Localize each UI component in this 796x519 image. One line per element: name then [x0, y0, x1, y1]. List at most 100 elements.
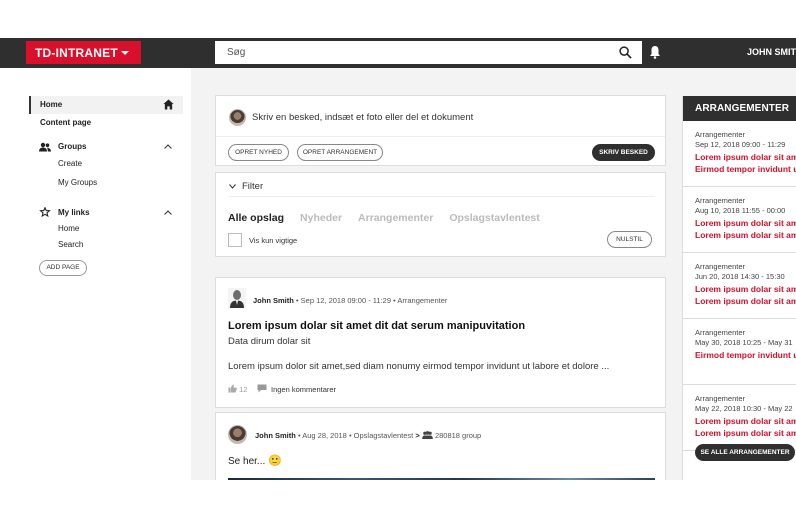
sidebar-links-title[interactable]: My links — [58, 208, 90, 217]
user-menu[interactable]: JOHN SMITH — [747, 47, 796, 57]
event-category: Arrangementer — [695, 130, 746, 139]
tab-events[interactable]: Arrangementer — [358, 212, 433, 224]
smiley-emoji: 🙂 — [268, 455, 282, 467]
caret-down-icon — [121, 51, 129, 55]
post-title[interactable]: Lorem ipsum dolar sit amet dit dat serum… — [228, 320, 525, 332]
thumbs-up-icon — [228, 384, 237, 393]
sidebar-item-home[interactable]: Home — [29, 96, 183, 114]
sidebar-item-my-groups[interactable]: My Groups — [58, 178, 97, 187]
post-body: Se her... 🙂 — [228, 454, 282, 467]
add-page-button[interactable]: ADD PAGE — [39, 260, 87, 276]
divider — [228, 196, 655, 197]
divider — [216, 136, 665, 137]
groups-icon — [39, 142, 51, 152]
comment-icon — [257, 384, 267, 393]
like-count: 12 — [239, 385, 248, 394]
search-input[interactable] — [215, 41, 605, 64]
avatar — [228, 288, 246, 308]
sidebar-item-label: Home — [40, 100, 63, 109]
chevron-up-icon[interactable] — [164, 144, 172, 149]
group-icon — [422, 431, 433, 439]
event-title[interactable]: Lorem ipsum dolar sit amet — [695, 428, 796, 438]
search-bar — [215, 41, 642, 64]
event-title[interactable]: Lorem ipsum dolar sit amet — [695, 218, 796, 228]
filter-toggle[interactable]: Filter — [229, 181, 263, 192]
tab-all-posts[interactable]: Alle opslag — [228, 212, 284, 224]
event-title[interactable]: Eirmod tempor invidunt ut labore — [695, 350, 796, 360]
sidebar-link-search[interactable]: Search — [58, 240, 83, 249]
event-date: May 22, 2018 10:30 - May 22 — [695, 404, 793, 413]
chevron-down-icon — [229, 184, 236, 189]
filter-panel: Filter Alle opslag Nyheder Arrangementer Op… — [215, 172, 666, 257]
event-title[interactable]: Lorem ipsum dolar sit amet — [695, 284, 796, 294]
create-news-button[interactable]: OPRET NYHED — [228, 144, 289, 161]
post-date-category: • Aug 28, 2018 • Opslagstavlentest — [297, 431, 414, 440]
filter-tabs: Alle opslag Nyheder Arrangementer Opslagsta… — [228, 208, 556, 226]
group-link[interactable]: 280818 group — [435, 431, 481, 440]
sidebar-groups-title[interactable]: Groups — [58, 142, 86, 151]
comments-count: Ingen kommentarer — [271, 385, 337, 394]
like-button[interactable]: 12 — [228, 384, 247, 394]
event-title[interactable]: Lorem ipsum dolar sit amet — [695, 152, 796, 162]
event-date: Jun 20, 2018 14:30 - 15:30 — [695, 272, 785, 281]
event-item[interactable]: Arrangementer Aug 10, 2018 11:55 - 00:00… — [683, 187, 796, 253]
event-title[interactable]: Lorem ipsum dolar sit amet — [695, 416, 796, 426]
event-item[interactable]: Arrangementer May 22, 2018 10:30 - May 2… — [683, 385, 796, 451]
avatar — [229, 109, 246, 126]
post-body-text: Se her... — [228, 456, 266, 467]
event-title[interactable]: Lorem ipsum dolar sit amet — [695, 230, 796, 240]
bell-icon[interactable] — [649, 45, 661, 59]
sidebar-link-home[interactable]: Home — [58, 224, 79, 233]
tab-bulletin-test[interactable]: Opslagstavlentest — [449, 212, 539, 224]
post-date-category: • Sep 12, 2018 09:00 - 11:29 • Arrangeme… — [295, 296, 448, 305]
event-date: Aug 10, 2018 11:55 - 00:00 — [695, 206, 786, 215]
tab-news[interactable]: Nyheder — [300, 212, 342, 224]
post-author-link[interactable]: John Smith — [255, 431, 296, 440]
event-category: Arrangementer — [695, 394, 746, 403]
create-event-button[interactable]: OPRET ARRANGEMENT — [297, 144, 383, 161]
feed-post: John Smith • Sep 12, 2018 09:00 - 11:29 … — [215, 277, 666, 408]
post-composer: Skriv en besked, indsæt et foto eller de… — [215, 95, 666, 166]
sidebar: Home Content page Groups Create My Group… — [0, 68, 191, 480]
see-all-events-button[interactable]: SE ALLE ARRANGEMENTER — [695, 444, 795, 461]
filter-title: Filter — [242, 181, 264, 192]
events-title: ARRANGEMENTER — [683, 96, 796, 121]
event-date: Sep 12, 2018 09:00 - 11:29 — [695, 140, 786, 149]
event-category: Arrangementer — [695, 328, 746, 337]
star-icon — [39, 207, 51, 217]
write-message-button[interactable]: SKRIV BESKED — [592, 144, 655, 161]
chevron-up-icon[interactable] — [164, 210, 172, 215]
search-icon[interactable] — [619, 46, 632, 59]
event-category: Arrangementer — [695, 262, 746, 271]
top-bar: TD-INTRANET JOHN SMITH — [0, 38, 796, 68]
post-meta: John Smith • Aug 28, 2018 • Opslagstavle… — [255, 431, 481, 440]
intranet-app: { "header": { "brand": "TD-INTRANET", "s… — [0, 38, 796, 480]
important-only-label: Vis kun vigtige — [249, 236, 298, 245]
sidebar-item-content-page[interactable]: Content page — [40, 118, 91, 127]
post-body: Lorem ipsum dolor sit amet,sed diam nonu… — [228, 361, 610, 372]
composer-prompt[interactable]: Skriv en besked, indsæt et foto eller de… — [252, 112, 473, 123]
post-subtitle: Data dirum dolar sit — [228, 336, 311, 347]
post-author-link[interactable]: John Smith — [253, 296, 294, 305]
event-title[interactable]: Eirmod tempor invidunt ut labore — [695, 164, 796, 174]
home-icon — [163, 99, 174, 110]
avatar — [228, 425, 247, 444]
event-item[interactable]: Arrangementer Jun 20, 2018 14:30 - 15:30… — [683, 253, 796, 319]
group-separator: > — [415, 431, 420, 440]
brand-label: TD-INTRANET — [35, 46, 118, 60]
event-date: May 30, 2018 10:25 - May 31 — [695, 338, 793, 347]
event-category: Arrangementer — [695, 196, 746, 205]
post-meta: John Smith • Sep 12, 2018 09:00 - 11:29 … — [253, 296, 447, 305]
feed-post: John Smith • Aug 28, 2018 • Opslagstavle… — [215, 412, 666, 480]
event-item[interactable]: Arrangementer Sep 12, 2018 09:00 - 11:29… — [683, 121, 796, 187]
screen: { "header": { "brand": "TD-INTRANET", "s… — [0, 0, 796, 519]
post-image[interactable] — [228, 478, 655, 480]
event-title[interactable]: Lorem ipsum dolar sit amet — [695, 296, 796, 306]
reset-button[interactable]: NULSTIL — [607, 231, 652, 248]
important-only-checkbox[interactable] — [228, 233, 242, 247]
events-panel: ARRANGEMENTER Arrangementer Sep 12, 2018… — [682, 96, 796, 480]
event-item[interactable]: Arrangementer May 30, 2018 10:25 - May 3… — [683, 319, 796, 385]
intranet-menu-button[interactable]: TD-INTRANET — [26, 41, 141, 64]
sidebar-item-create[interactable]: Create — [58, 159, 82, 168]
comments-link[interactable]: Ingen kommentarer — [257, 384, 336, 394]
